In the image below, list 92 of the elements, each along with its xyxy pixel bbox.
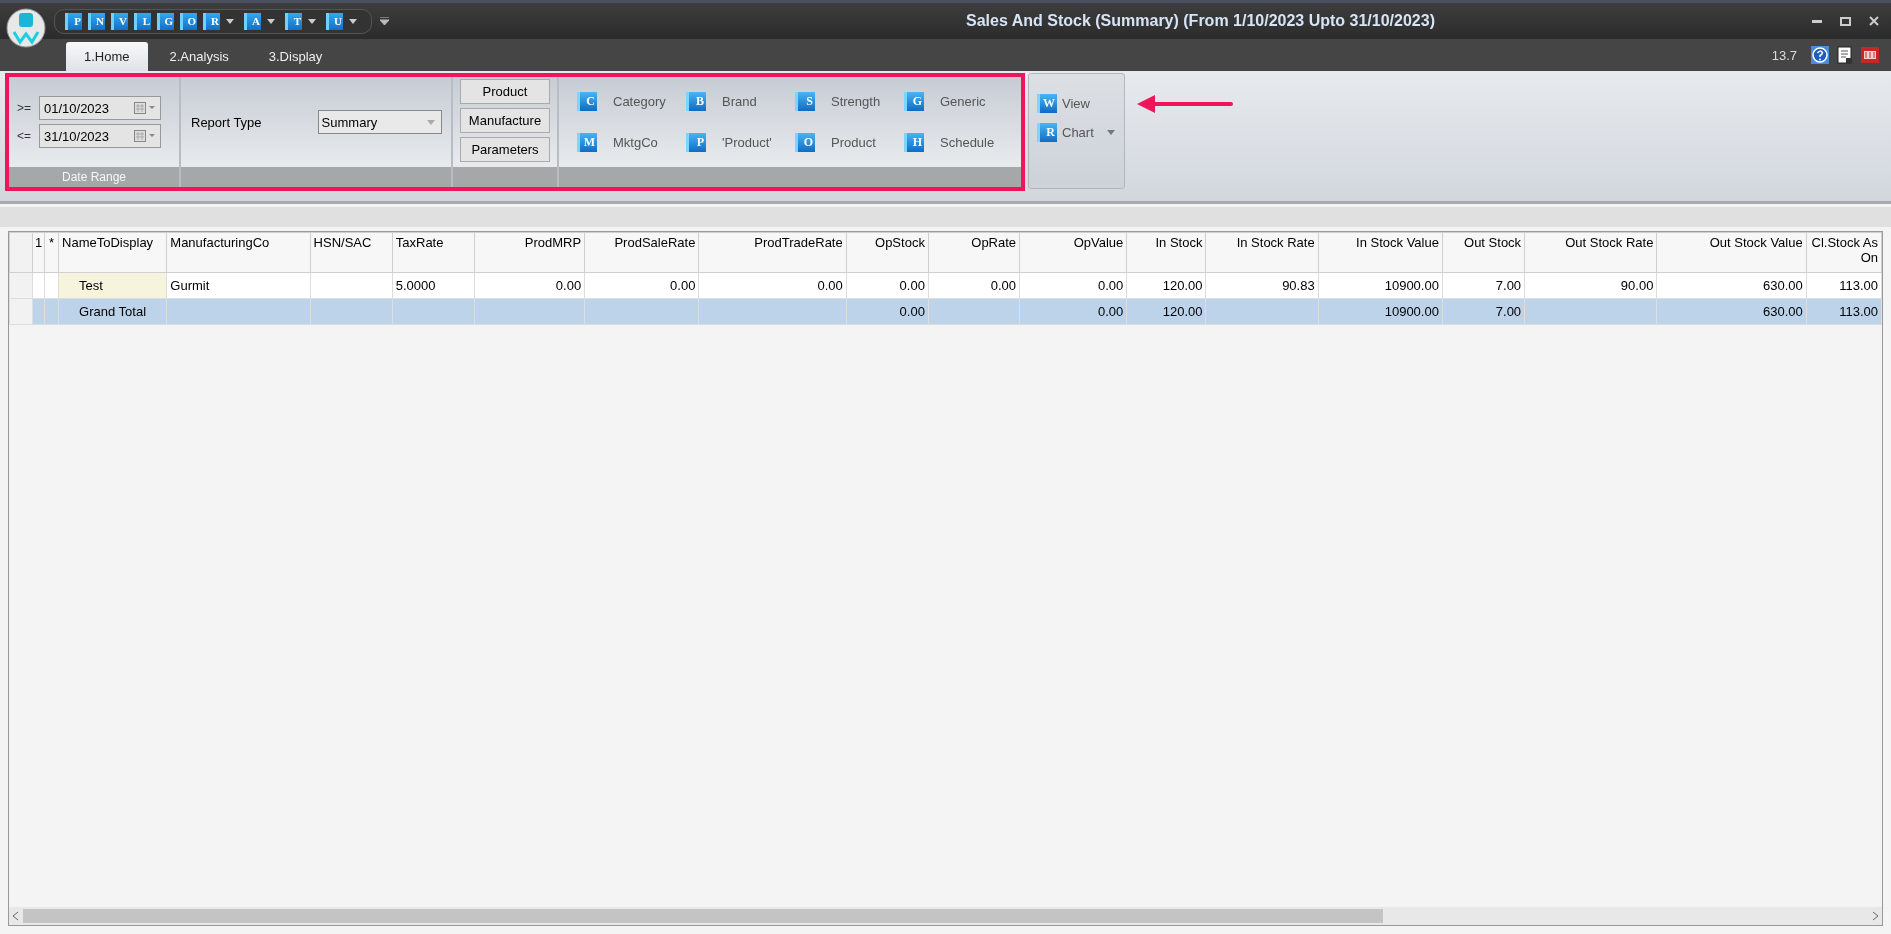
grouping-button[interactable]: H Schedule (904, 122, 1013, 163)
table-cell: 90.83 (1205, 272, 1319, 299)
table-cell: 120.00 (1126, 298, 1206, 325)
table-cell: 113.00 (1806, 298, 1882, 325)
window-title: Sales And Stock (Summary) (From 1/10/2023 Upto 31/10/2023) (965, 12, 1436, 30)
column-header[interactable]: Out Stock Value (1656, 232, 1807, 273)
calendar-icon[interactable] (134, 130, 156, 142)
grouping-button[interactable]: G Generic (904, 81, 1013, 122)
minimize-icon[interactable] (1812, 19, 1822, 23)
calendar-icon[interactable] (134, 102, 156, 114)
maximize-icon[interactable] (1840, 16, 1851, 26)
help-icon[interactable] (1811, 46, 1829, 64)
caret-icon[interactable] (308, 18, 316, 24)
table-cell: 120.00 (1126, 272, 1206, 299)
ribbon-tab[interactable]: 3.Display (250, 42, 341, 71)
toolbar-button[interactable]: O (180, 12, 197, 30)
ribbon-tab[interactable]: 1.Home (66, 42, 148, 71)
table-cell: 0.00 (1019, 272, 1127, 299)
table-cell: 5.0000 (392, 272, 475, 299)
table-cell: 7.00 (1442, 298, 1525, 325)
grouping-button[interactable]: P 'Product' (686, 122, 795, 163)
date-field[interactable]: 01/10/2023 (39, 96, 161, 120)
table-cell: 7.00 (1442, 272, 1525, 299)
column-header[interactable]: OpValue (1019, 232, 1127, 273)
toolbar-button[interactable]: A (244, 12, 279, 30)
table-cell: 10900.00 (1318, 298, 1443, 325)
toolbar-button[interactable]: L (134, 12, 151, 30)
column-header[interactable]: In Stock (1126, 232, 1206, 273)
table-cell: 0.00 (1019, 298, 1127, 325)
column-header[interactable]: In Stock Rate (1205, 232, 1319, 273)
group-caption: Date Range (9, 167, 179, 187)
column-header[interactable]: HSN/SAC (310, 232, 393, 273)
column-header[interactable]: In Stock Value (1318, 232, 1443, 273)
column-header[interactable]: Cl.Stock As On (1806, 232, 1882, 273)
table-cell: 113.00 (1806, 272, 1882, 299)
table-cell: Grand Total (58, 298, 167, 325)
report-type-label: Report Type (191, 114, 262, 130)
caret-icon[interactable] (349, 18, 357, 24)
table-cell: Gurmit (166, 272, 311, 299)
caret-icon[interactable] (226, 18, 234, 24)
date-value: 01/10/2023 (44, 100, 110, 116)
grouping-button[interactable]: M MktgCo (577, 122, 686, 163)
table-cell: 0.00 (928, 272, 1020, 299)
exit-sign-icon[interactable] (1861, 47, 1879, 63)
table-cell: 90.00 (1524, 272, 1657, 299)
grouping-button[interactable]: B Brand (686, 81, 795, 122)
close-icon[interactable] (1869, 16, 1879, 26)
caret-icon[interactable] (267, 18, 275, 24)
filter-button[interactable]: Manufacture (460, 108, 550, 133)
table-cell: 0.00 (846, 272, 929, 299)
toolbar-button[interactable]: N (88, 12, 105, 30)
table-cell: 0.00 (698, 272, 847, 299)
column-header[interactable]: Out Stock (1442, 232, 1525, 273)
grouping-button[interactable]: S Strength (795, 81, 904, 122)
table-cell: 630.00 (1656, 272, 1807, 299)
customize-icon[interactable] (380, 17, 389, 25)
report-type-dropdown[interactable]: Summary (317, 110, 442, 134)
action-button[interactable]: W View (1037, 94, 1124, 113)
column-header[interactable]: ProdTradeRate (698, 232, 847, 273)
document-icon[interactable] (1837, 46, 1853, 64)
column-header[interactable]: OpStock (846, 232, 929, 273)
ribbon-tab[interactable]: 2.Analysis (151, 42, 247, 71)
filter-button[interactable]: Parameters (460, 137, 550, 162)
horizontal-scrollbar[interactable] (9, 907, 1882, 925)
table-cell: 0.00 (584, 272, 699, 299)
table-cell: 0.00 (474, 272, 585, 299)
table-cell: 0.00 (846, 298, 929, 325)
operator-label: <= (17, 129, 32, 143)
toolbar-button[interactable]: G (157, 12, 174, 30)
action-button[interactable]: R Chart (1037, 123, 1124, 142)
table-cell: Test (58, 272, 167, 299)
operator-label: >= (17, 101, 32, 115)
column-header[interactable]: OpRate (928, 232, 1020, 273)
version-label: 13.7 (1771, 47, 1797, 63)
scrollbar-thumb[interactable] (23, 909, 1383, 923)
date-value: 31/10/2023 (44, 128, 110, 144)
column-header[interactable]: ProdSaleRate (584, 232, 699, 273)
column-header[interactable]: ProdMRP (474, 232, 585, 273)
toolbar-button[interactable]: V (111, 12, 128, 30)
toolbar-button[interactable]: R (203, 12, 238, 30)
column-header[interactable]: Out Stock Rate (1524, 232, 1657, 273)
date-field[interactable]: 31/10/2023 (39, 124, 161, 148)
table-cell: 630.00 (1656, 298, 1807, 325)
grouping-button[interactable]: O Product (795, 122, 904, 163)
grouping-button[interactable]: C Category (577, 81, 686, 122)
column-header[interactable]: NameToDisplay (58, 232, 167, 273)
filter-button[interactable]: Product (460, 79, 550, 104)
column-header[interactable]: TaxRate (392, 232, 475, 273)
table-cell: 10900.00 (1318, 272, 1443, 299)
app-logo-icon[interactable] (6, 7, 46, 51)
toolbar-button[interactable]: U (326, 12, 361, 30)
column-header[interactable]: ManufacturingCo (166, 232, 311, 273)
